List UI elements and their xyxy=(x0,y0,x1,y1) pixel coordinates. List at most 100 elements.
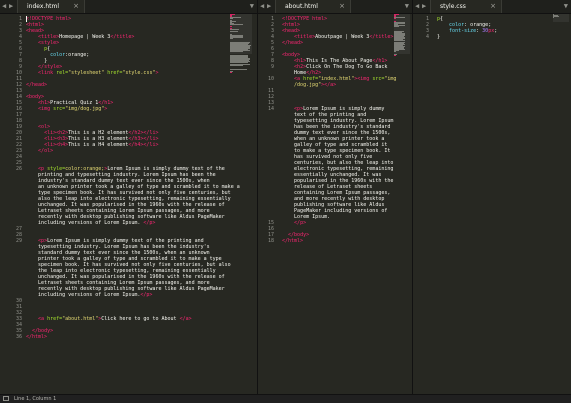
code-token: "stylesheet" xyxy=(68,70,104,76)
code-token: </title> xyxy=(110,34,134,40)
line-gutter: 1234 xyxy=(413,14,429,394)
close-icon[interactable]: × xyxy=(73,0,79,13)
code-token xyxy=(26,106,38,112)
tab-label: style.css xyxy=(440,0,466,13)
minimap[interactable] xyxy=(230,14,252,74)
minimap-line xyxy=(230,72,232,73)
code-area[interactable]: p{ color: orange; font-size: 30px;} xyxy=(437,14,553,394)
minimap-line xyxy=(394,55,396,56)
close-icon[interactable]: × xyxy=(490,0,496,13)
minimap-line xyxy=(394,18,396,19)
line-number: 14 xyxy=(258,106,274,112)
code-line: font-size: 30px; xyxy=(437,28,497,34)
minimap-line xyxy=(230,69,247,70)
editor-pane-about[interactable]: ◀ ▶ about.html × ▼ 123456789101112131415… xyxy=(258,0,412,394)
code-token xyxy=(282,220,294,226)
minimap-line xyxy=(230,26,232,27)
code-token: </p> xyxy=(143,220,155,226)
code-token: "about.html" xyxy=(62,316,98,322)
minimap-line xyxy=(230,38,233,39)
code-line: </html> xyxy=(26,334,47,340)
code-token: rel= xyxy=(53,70,68,76)
code-line: /dog.jpg"></a> xyxy=(282,82,336,88)
chevron-down-icon[interactable]: ▼ xyxy=(250,1,254,12)
line-number: 36 xyxy=(2,334,22,340)
code-line: </html> xyxy=(282,238,303,244)
code-line: <link rel="stylesheet" href="style.css"> xyxy=(26,70,159,76)
code-token: <img xyxy=(38,106,50,112)
code-line: including versions of Lorem Ipsum. </p> xyxy=(26,220,155,226)
line-gutter: 1234567891011121314151617181920212223242… xyxy=(0,14,22,394)
editor-pane-index[interactable]: ◀ ▶ index.html × ▼ 123456789101112131415… xyxy=(0,0,257,394)
tab-about-html[interactable]: about.html × xyxy=(275,0,351,13)
tab-style-css[interactable]: style.css × xyxy=(430,0,502,13)
code-token xyxy=(26,316,38,322)
minimap-line xyxy=(230,24,243,25)
code-line: } xyxy=(437,34,440,40)
minimap[interactable] xyxy=(553,14,569,74)
code-token: </a> xyxy=(180,316,192,322)
code-token: href= xyxy=(44,316,62,322)
text-cursor xyxy=(26,16,27,22)
code-token: src= xyxy=(50,106,65,112)
tab-bar: ◀ ▶ about.html × ▼ xyxy=(258,0,412,14)
tab-index-html[interactable]: index.html × xyxy=(17,0,85,13)
tab-bar: ◀ ▶ index.html × ▼ xyxy=(0,0,257,14)
tab-label: index.html xyxy=(27,0,59,13)
code-token: Click here to go to About xyxy=(101,316,179,322)
code-token: /dog.jpg" xyxy=(282,82,321,88)
code-token: "img xyxy=(384,76,396,82)
code-token: </html> xyxy=(282,238,303,244)
code-line: <a href="about.html">Click here to go to… xyxy=(26,316,192,322)
minimap-line xyxy=(230,51,243,52)
code-line: </head> xyxy=(282,40,303,46)
line-number: 26 xyxy=(2,166,22,172)
code-token: <link xyxy=(38,70,53,76)
code-token: </title> xyxy=(369,34,393,40)
tab-bar: ◀ ▶ style.css × ▼ xyxy=(413,0,571,14)
code-token: Homepage | Week 3 xyxy=(59,34,110,40)
code-token: </p> xyxy=(294,220,306,226)
code-line: <img src="img/dog.jpg"> xyxy=(26,106,107,112)
code-line: including versions of Lorem Ipsum.</p> xyxy=(26,292,152,298)
close-icon[interactable]: × xyxy=(339,0,345,13)
code-token: </p> xyxy=(140,292,152,298)
code-token: "img/dog.jpg" xyxy=(65,106,104,112)
chevron-right-icon[interactable]: ▶ xyxy=(267,1,271,12)
chevron-right-icon[interactable]: ▶ xyxy=(422,1,426,12)
minimap-line xyxy=(394,51,396,52)
code-token: ></a> xyxy=(321,82,336,88)
code-token: } xyxy=(437,34,440,40)
minimap-line xyxy=(230,65,243,66)
editor-pane-style[interactable]: ◀ ▶ style.css × ▼ 1234 p{ color: orange;… xyxy=(413,0,571,394)
code-token: Aboutpage | Week 3 xyxy=(315,34,369,40)
code-token: </html> xyxy=(26,334,47,340)
code-area[interactable]: <!DOCTYPE html><html><head> <title>About… xyxy=(282,14,394,394)
console-icon[interactable] xyxy=(3,396,9,401)
line-gutter: 123456789101112131415161718 xyxy=(258,14,274,394)
code-area[interactable]: <!DOCTYPE html><html><head> <title>Homep… xyxy=(26,14,231,394)
chevron-left-icon[interactable]: ◀ xyxy=(415,1,419,12)
minimap-line xyxy=(394,26,399,27)
code-token: </head> xyxy=(26,82,47,88)
minimap[interactable] xyxy=(394,14,410,74)
code-token: including versions of Lorem Ipsum. xyxy=(26,292,140,298)
minimap-line xyxy=(553,16,559,17)
line-number: 10 xyxy=(258,76,274,82)
minimap-line xyxy=(230,31,238,32)
chevron-down-icon[interactable]: ▼ xyxy=(564,1,568,12)
code-token: ; xyxy=(494,28,497,34)
code-token: href= xyxy=(104,70,122,76)
code-token: src= xyxy=(369,76,384,82)
code-token: </ol> xyxy=(38,148,53,154)
chevron-right-icon[interactable]: ▶ xyxy=(9,1,13,12)
code-token: :orange; xyxy=(65,52,89,58)
chevron-left-icon[interactable]: ◀ xyxy=(260,1,264,12)
code-token: This is a H4 element xyxy=(68,142,128,148)
code-line: </ol> xyxy=(26,148,53,154)
chevron-left-icon[interactable]: ◀ xyxy=(2,1,6,12)
chevron-down-icon[interactable]: ▼ xyxy=(405,1,409,12)
line-number: 9 xyxy=(258,64,274,70)
line-number: 4 xyxy=(413,34,429,40)
tab-label: about.html xyxy=(285,0,318,13)
